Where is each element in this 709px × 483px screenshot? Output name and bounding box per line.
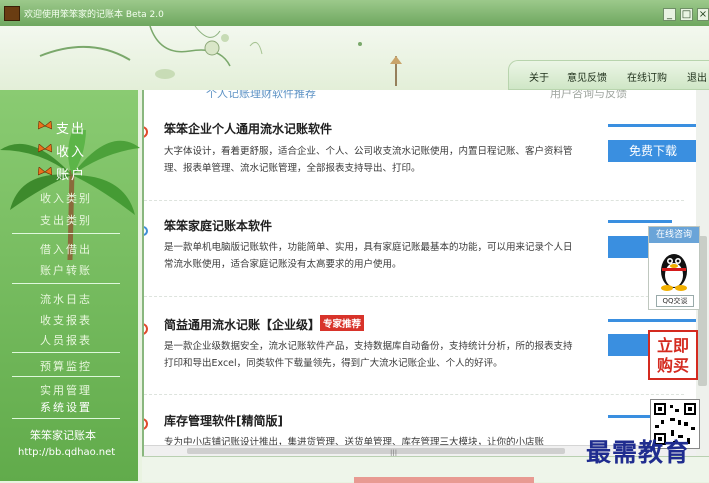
item-marker [144, 226, 148, 236]
item-description: 是一款企业级数据安全，流水记账软件产品，支持数据库自动备份，支持统计分析，所的报… [164, 341, 573, 369]
section-heading: 用户咨询与反馈 [550, 90, 627, 100]
horizontal-scroll-thumb[interactable]: ||| [187, 448, 565, 456]
app-icon [4, 6, 20, 21]
nav-system-settings[interactable]: 系统设置 [40, 399, 92, 415]
watermark: 最需教育 [586, 438, 691, 467]
menu-feedback[interactable]: 意见反馈 [567, 69, 607, 84]
nav-utility-management[interactable]: 实用管理 [40, 382, 92, 398]
buy-now-button[interactable]: 立即 购买 [648, 330, 698, 380]
nav-income-expense-report[interactable]: 收支报表 [40, 312, 92, 328]
item-marker [144, 418, 148, 430]
sidebar-divider [12, 376, 120, 377]
sidebar: 支出 收入 账户 收入类别 支出类别 借入借出 账户转账 流水日志 收支报表 人… [0, 90, 140, 481]
top-menu: 关于 意见反馈 在线订购 退出 [508, 60, 709, 90]
scroll-grip-icon: ||| [390, 449, 398, 456]
section-heading: 个人记账理财软件推荐 [206, 90, 316, 100]
butterfly-icon [38, 144, 52, 153]
online-consult-header: 在线咨询 [649, 227, 699, 243]
nav-income-category[interactable]: 收入类别 [40, 190, 92, 206]
recommendation-panel: 个人记账理财软件推荐 用户咨询与反馈 笨笨企业个人通用流水记账软件 大字体设计，… [142, 90, 698, 456]
close-button[interactable]: × [697, 8, 709, 21]
free-download-button[interactable]: 免费下载 [608, 140, 698, 162]
sidebar-footer-url[interactable]: http://bb.qdhao.net [18, 447, 115, 458]
nav-account[interactable]: 账户 [56, 164, 86, 183]
item-marker [144, 126, 148, 138]
item-title[interactable]: 笨笨企业个人通用流水记账软件 [164, 120, 332, 137]
download-button-partial[interactable] [608, 334, 648, 356]
sidebar-footer-title: 笨笨家记账本 [30, 429, 96, 442]
window-title: 欢迎使用笨笨家的记账本 Beta 2.0 [24, 10, 164, 20]
expert-recommend-badge: 专家推荐 [320, 315, 365, 331]
maximize-button[interactable]: □ [680, 8, 693, 21]
item-divider [144, 296, 684, 297]
item-marker [144, 323, 148, 335]
item-title[interactable]: 简益通用流水记账【企业级】 [164, 316, 320, 333]
butterfly-icon [38, 167, 52, 176]
minimize-button[interactable]: _ [663, 8, 676, 21]
item-description: 大字体设计，看着更舒服，适合企业、个人、公司收支流水记账使用，内置日程记账、客户… [164, 146, 573, 174]
nav-borrow-lend[interactable]: 借入借出 [40, 241, 92, 257]
nav-journal-log[interactable]: 流水日志 [40, 291, 92, 307]
sidebar-divider [12, 352, 120, 353]
item-divider [144, 394, 684, 395]
buy-now-line1: 立即 [656, 336, 689, 355]
online-consult-widget[interactable]: 在线咨询 QQ交谈 [648, 226, 700, 310]
item-title[interactable]: 笨笨家庭记账本软件 [164, 217, 272, 234]
buy-now-line2: 购买 [656, 356, 689, 375]
download-bar [608, 124, 698, 127]
download-bar [608, 220, 672, 223]
butterfly-icon [38, 121, 52, 130]
menu-about[interactable]: 关于 [529, 69, 549, 84]
item-title[interactable]: 库存管理软件[精简版] [164, 412, 283, 429]
bottom-bar-text-strip [354, 477, 534, 483]
item-description: 是一款单机电脑版记账软件，功能简单、实用，具有家庭记账最基本的功能，可以用来记录… [164, 242, 573, 270]
sidebar-divider [12, 233, 120, 234]
menu-order-online[interactable]: 在线订购 [627, 69, 667, 84]
nav-account-transfer[interactable]: 账户转账 [40, 262, 92, 278]
item-divider [144, 200, 684, 201]
nav-income[interactable]: 收入 [56, 141, 86, 160]
nav-expense[interactable]: 支出 [56, 118, 86, 137]
nav-budget-monitor[interactable]: 预算监控 [40, 358, 92, 374]
menu-exit[interactable]: 退出 [687, 69, 707, 84]
nav-expense-category[interactable]: 支出类别 [40, 212, 92, 228]
title-bar: 欢迎使用笨笨家的记账本 Beta 2.0 _ □ × [0, 0, 709, 26]
qq-penguin-icon [661, 254, 687, 291]
sidebar-divider [12, 283, 120, 284]
sidebar-divider [12, 418, 120, 419]
download-button-partial[interactable] [608, 236, 648, 258]
nav-person-report[interactable]: 人员报表 [40, 332, 92, 348]
download-bar [608, 319, 698, 322]
qq-chat-button[interactable]: QQ交谈 [656, 295, 694, 307]
